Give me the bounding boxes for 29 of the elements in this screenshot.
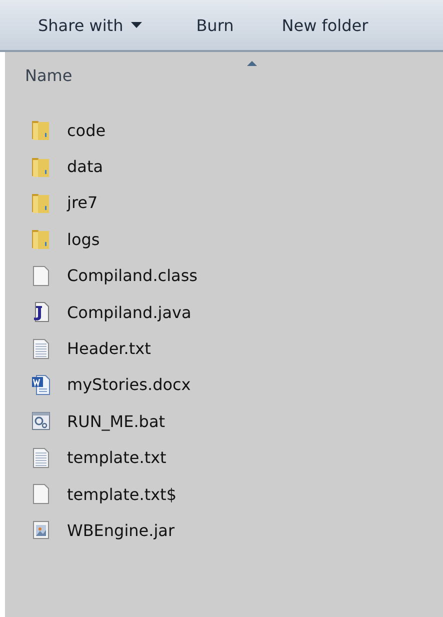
text-file-icon bbox=[31, 446, 51, 469]
file-name[interactable]: RUN_ME.bat bbox=[67, 412, 166, 431]
toolbar-button[interactable]: Burn bbox=[186, 10, 244, 40]
caret-icon bbox=[131, 22, 142, 28]
file-name[interactable]: logs bbox=[67, 230, 100, 249]
folder-icon bbox=[31, 192, 51, 214]
toolbar-button[interactable]: Share with bbox=[28, 10, 152, 40]
gears-file-icon bbox=[31, 410, 51, 432]
folder-icon bbox=[31, 156, 51, 178]
java-file-icon bbox=[31, 301, 51, 324]
image-file-icon bbox=[31, 519, 51, 542]
folder-icon bbox=[31, 119, 51, 142]
file-name[interactable]: WBEngine.jar bbox=[67, 520, 175, 540]
file-name[interactable]: template.txt bbox=[67, 448, 166, 468]
column-header[interactable]: Name bbox=[25, 66, 72, 85]
file-name[interactable]: Header.txt bbox=[67, 339, 151, 358]
text-file-icon bbox=[31, 338, 51, 360]
file-name[interactable]: code bbox=[67, 120, 106, 140]
document-file-icon bbox=[31, 374, 51, 396]
file-name[interactable]: Compiland.java bbox=[67, 302, 192, 322]
file-name[interactable]: jre7 bbox=[67, 193, 98, 212]
blank-file-icon bbox=[31, 264, 51, 287]
file-name[interactable]: myStories.docx bbox=[67, 375, 191, 394]
file-name[interactable]: Compiland.class bbox=[67, 266, 198, 286]
file-name[interactable]: template.txt$ bbox=[67, 484, 177, 504]
file-name[interactable]: data bbox=[67, 157, 104, 176]
toolbar-button[interactable]: New folder bbox=[272, 10, 378, 40]
folder-icon bbox=[31, 228, 51, 250]
blank-file-icon bbox=[31, 483, 51, 506]
